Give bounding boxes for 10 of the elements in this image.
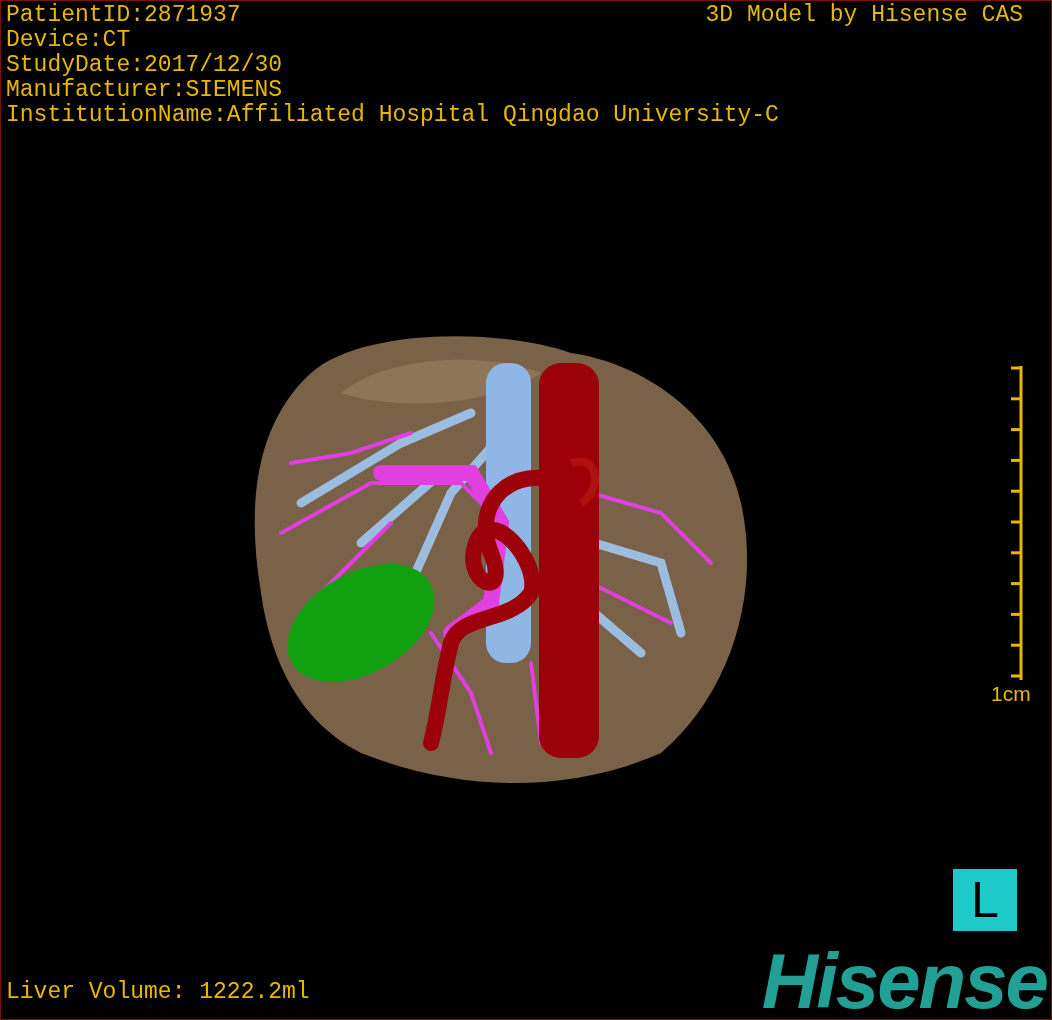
scale-label: 1cm (991, 682, 1031, 706)
info-text: Device:CT (6, 28, 132, 53)
logo: Hisense (761, 945, 1048, 1017)
info-text: StudyDate:2017/12/30 (6, 53, 284, 78)
info-text: PatientID:2871937 (6, 3, 242, 28)
info-text: Manufacturer:SIEMENS (6, 78, 284, 103)
viewer-title: 3D Model by Hisense CAS (705, 3, 1023, 28)
info-text: InstitutionName:Affiliated Hospital Qingdao University-C (6, 103, 780, 128)
orientation-marker: L (953, 869, 1017, 931)
liver-volume-text: Liver Volume: 1222.2ml (5, 979, 310, 1007)
